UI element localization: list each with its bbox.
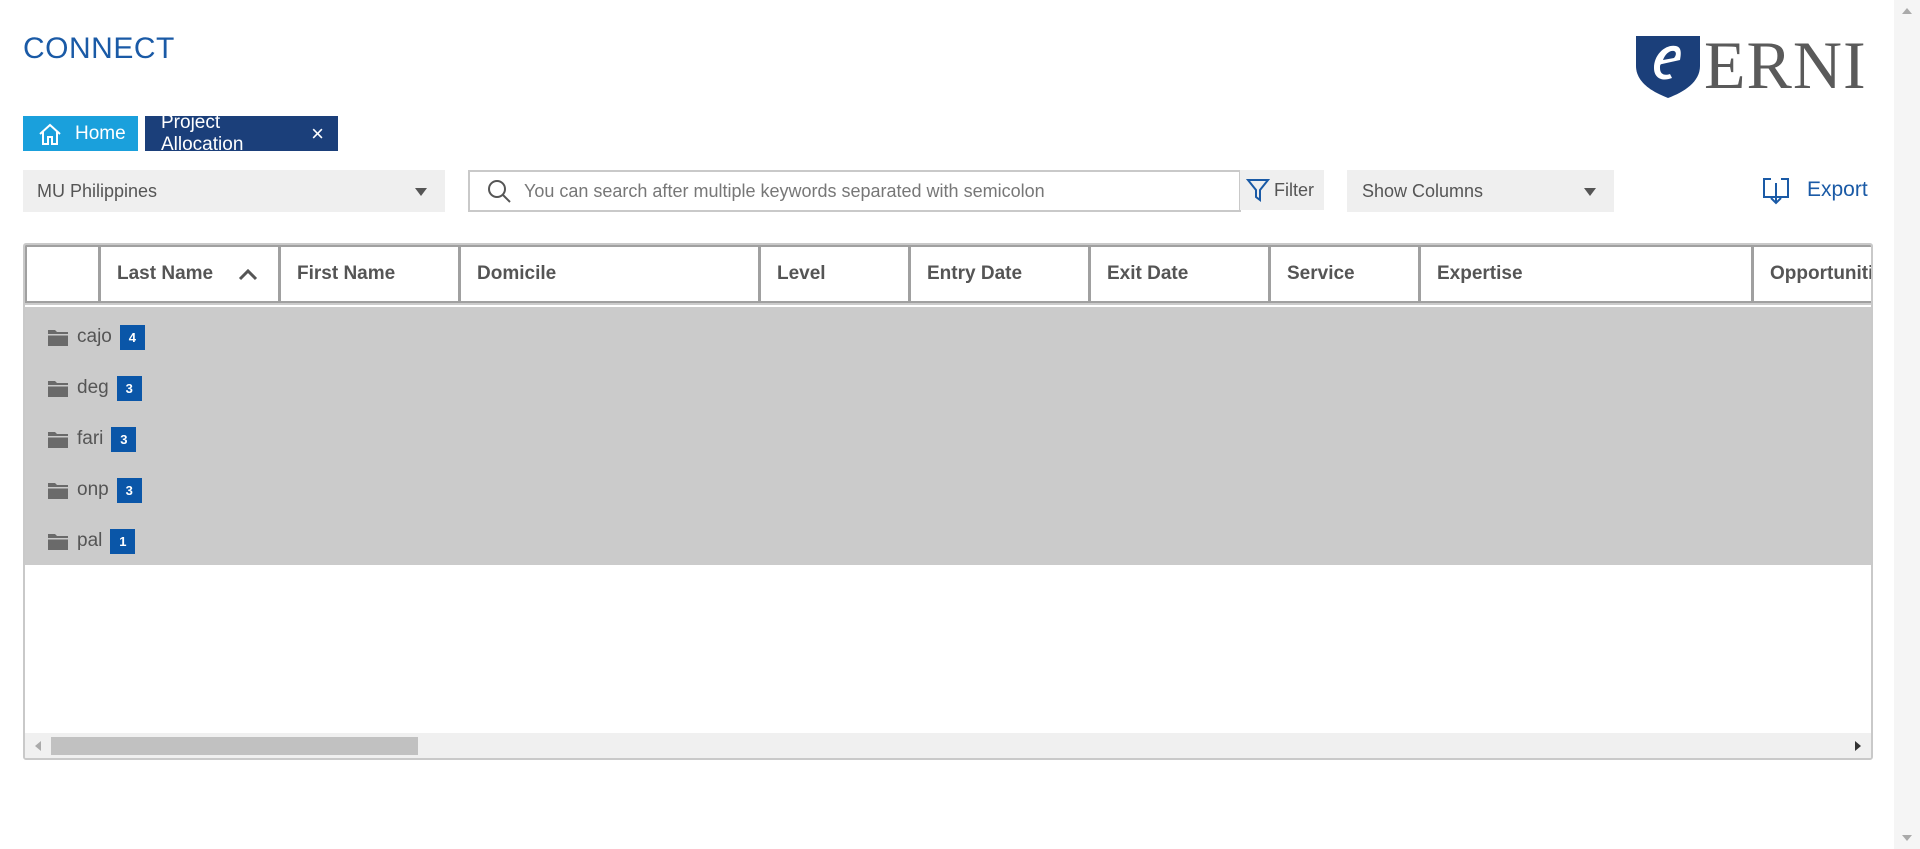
folder-icon [47, 327, 69, 347]
tab-home-label: Home [75, 122, 126, 144]
column-header-expertise[interactable]: Expertise [1421, 245, 1754, 303]
count-badge: 4 [119, 324, 145, 350]
column-header-last-name-label: Last Name [117, 263, 214, 284]
column-header-domicile[interactable]: Domicile [461, 245, 761, 303]
search-input[interactable] [524, 180, 1204, 202]
group-row[interactable]: cajo 4 [47, 323, 145, 351]
group-rows: cajo 4 deg 3 fari 3 onp 3 pal 1 [25, 307, 1871, 565]
close-icon[interactable]: × [311, 122, 324, 145]
count-badge: 3 [116, 477, 142, 503]
column-header-first-name[interactable]: First Name [281, 245, 461, 303]
scrollbar-thumb[interactable] [51, 737, 418, 755]
page-vertical-scrollbar[interactable] [1894, 0, 1920, 849]
export-label: Export [1807, 178, 1868, 201]
chevron-down-icon [1584, 188, 1596, 196]
tab-home[interactable]: Home [23, 116, 138, 151]
folder-icon [47, 480, 69, 500]
sort-ascending-icon[interactable] [236, 263, 260, 287]
group-name: cajo [77, 326, 112, 347]
app-title: CONNECT [23, 32, 175, 65]
data-grid: Last Name First Name Domicile Level Entr… [23, 243, 1873, 760]
column-header-level[interactable]: Level [761, 245, 911, 303]
mu-dropdown[interactable]: MU Philippines [23, 170, 445, 212]
group-row[interactable]: pal 1 [47, 527, 136, 555]
tab-project-allocation[interactable]: Project Allocation × [145, 112, 338, 155]
horizontal-scrollbar[interactable] [25, 733, 1871, 758]
show-columns-label: Show Columns [1362, 180, 1484, 201]
erni-shield-icon [1636, 36, 1700, 98]
folder-icon [47, 531, 69, 551]
erni-logo: ERNI [1632, 27, 1872, 103]
scroll-right-icon[interactable] [1855, 741, 1861, 751]
folder-icon [47, 429, 69, 449]
group-name: pal [77, 530, 103, 551]
column-header-last-name[interactable]: Last Name [101, 245, 281, 303]
scroll-left-icon[interactable] [35, 741, 41, 751]
chevron-down-icon [415, 188, 427, 196]
group-row[interactable]: deg 3 [47, 374, 142, 402]
export-icon [1761, 173, 1791, 207]
column-header-select[interactable] [25, 245, 101, 303]
group-name: fari [77, 428, 104, 449]
tab-project-allocation-label: Project Allocation [161, 111, 244, 155]
count-badge: 3 [116, 375, 142, 401]
group-name: onp [77, 479, 109, 500]
count-badge: 3 [111, 426, 137, 452]
show-columns-dropdown[interactable]: Show Columns [1347, 170, 1614, 212]
group-name: deg [77, 377, 109, 398]
search-box[interactable] [468, 170, 1241, 212]
export-button[interactable]: Export [1761, 170, 1868, 210]
column-header-entry-date[interactable]: Entry Date [911, 245, 1091, 303]
grid-header: Last Name First Name Domicile Level Entr… [25, 245, 1871, 305]
search-icon [486, 178, 512, 204]
column-header-exit-date[interactable]: Exit Date [1091, 245, 1271, 303]
toolbar: MU Philippines Filter Show Columns Expor… [23, 170, 1873, 212]
home-icon [37, 121, 63, 147]
group-row[interactable]: onp 3 [47, 476, 142, 504]
scroll-down-icon[interactable] [1902, 835, 1912, 841]
logo-wordmark: ERNI [1704, 27, 1867, 103]
filter-button[interactable]: Filter [1240, 170, 1324, 210]
filter-label: Filter [1274, 179, 1314, 200]
column-header-service[interactable]: Service [1271, 245, 1421, 303]
mu-dropdown-value: MU Philippines [37, 180, 158, 201]
group-row[interactable]: fari 3 [47, 425, 137, 453]
column-header-opportunities[interactable]: Opportuniti [1754, 245, 1871, 303]
tab-bar: Home Project Allocation × [23, 112, 338, 155]
count-badge: 1 [110, 528, 136, 554]
folder-icon [47, 378, 69, 398]
filter-icon [1246, 177, 1270, 203]
scroll-up-icon[interactable] [1902, 8, 1912, 14]
